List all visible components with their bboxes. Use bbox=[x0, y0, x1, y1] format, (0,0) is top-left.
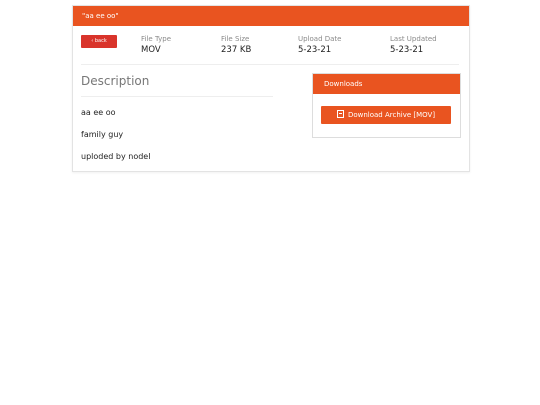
description-line: aa ee oo bbox=[81, 108, 116, 117]
downloads-title: Downloads bbox=[313, 74, 460, 94]
divider bbox=[81, 64, 459, 65]
meta-last-updated: Last Updated 5-23-21 bbox=[390, 35, 437, 56]
meta-label: File Type bbox=[141, 35, 172, 43]
meta-file-size: File Size 237 KB bbox=[221, 35, 251, 56]
meta-label: Upload Date bbox=[298, 35, 342, 43]
description-divider bbox=[81, 96, 273, 97]
file-title: "aa ee oo" bbox=[82, 12, 119, 20]
meta-value: 5-23-21 bbox=[390, 45, 424, 55]
file-icon bbox=[336, 110, 344, 118]
card-header: "aa ee oo" bbox=[73, 6, 469, 26]
download-archive-button[interactable]: Download Archive [MOV] bbox=[321, 106, 451, 124]
file-card: "aa ee oo" ‹ back File Type MOV File Siz… bbox=[72, 5, 470, 172]
description-title: Description bbox=[81, 74, 150, 88]
meta-value: 5-23-21 bbox=[298, 45, 332, 55]
description-line: uploded by nodel bbox=[81, 152, 151, 161]
meta-upload-date: Upload Date 5-23-21 bbox=[298, 35, 341, 56]
download-button-label: Download Archive [MOV] bbox=[347, 111, 436, 119]
back-button[interactable]: ‹ back bbox=[81, 35, 117, 48]
meta-file-type: File Type MOV bbox=[141, 35, 171, 56]
meta-value: MOV bbox=[141, 45, 161, 55]
meta-value: 237 KB bbox=[221, 45, 252, 55]
downloads-panel: Downloads Download Archive [MOV] bbox=[312, 73, 461, 138]
meta-label: Last Updated bbox=[390, 35, 437, 43]
meta-label: File Size bbox=[221, 35, 250, 43]
description-line: family guy bbox=[81, 130, 124, 139]
